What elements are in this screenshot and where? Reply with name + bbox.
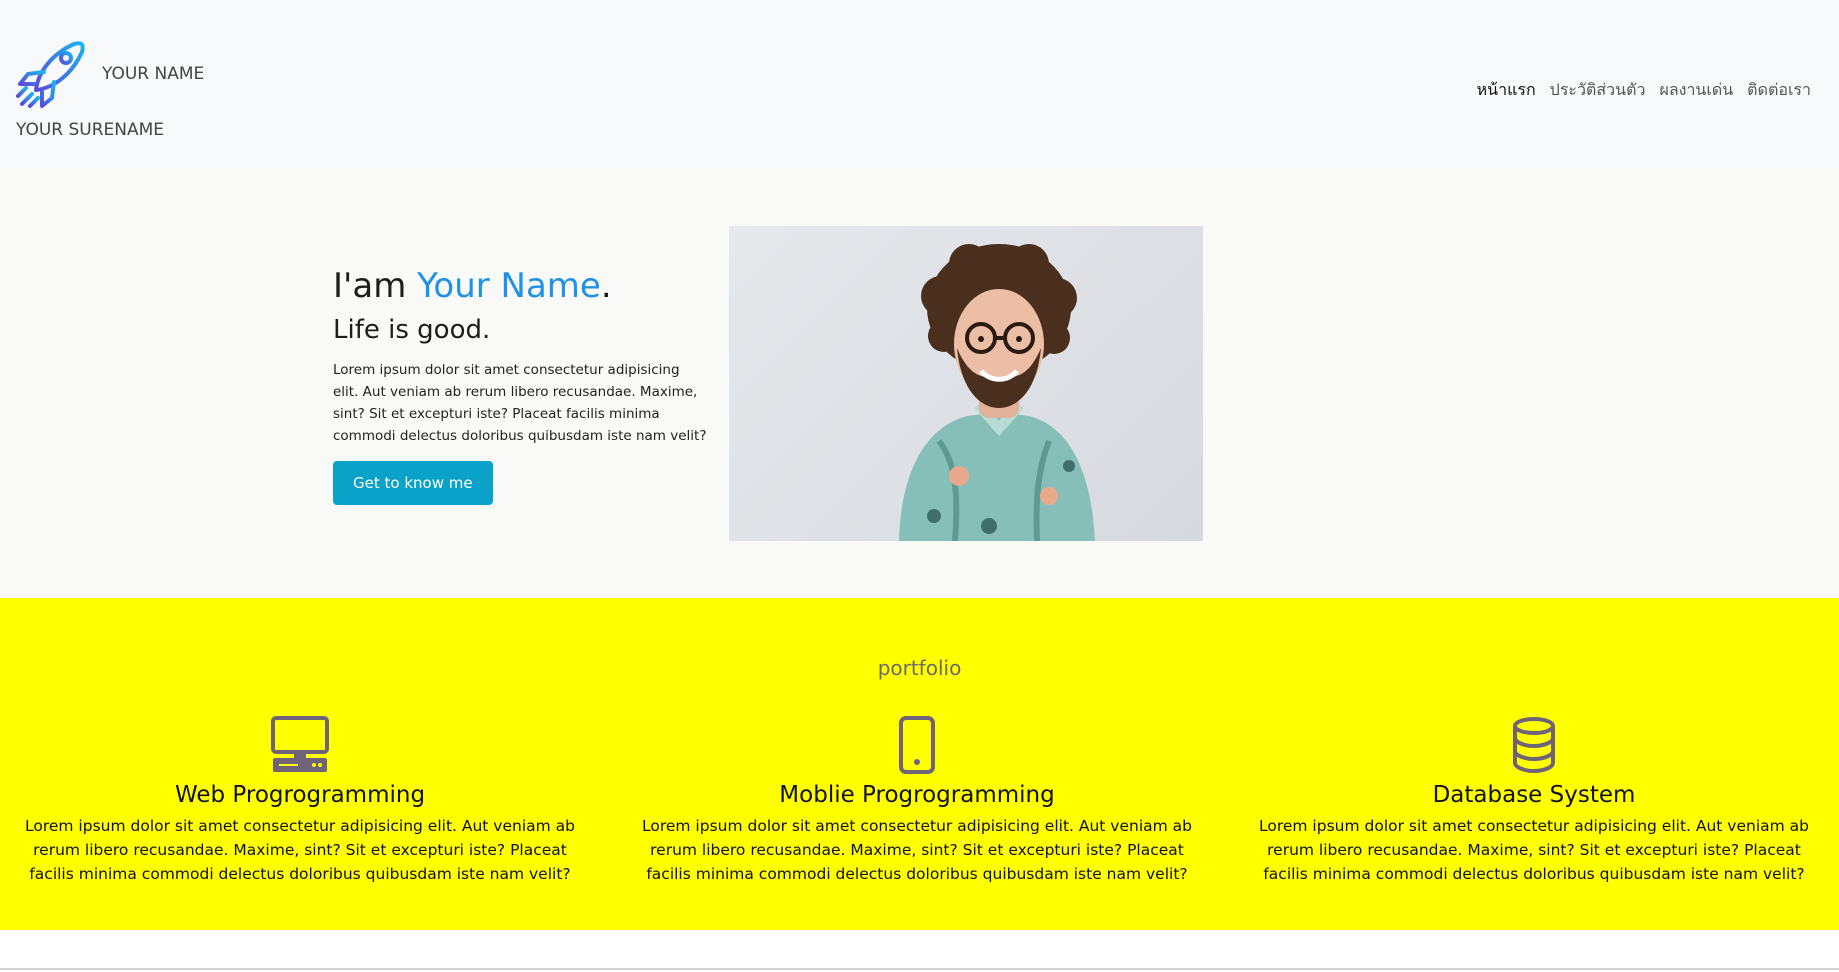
hero-text: I'am Your Name. Life is good. Lorem ipsu… <box>333 266 708 506</box>
hero-body: Lorem ipsum dolor sit amet consectetur a… <box>333 362 707 445</box>
desktop-computer-icon <box>271 716 329 772</box>
brand-surname: YOUR SURENAME <box>16 120 165 140</box>
hero-tagline: Life is good. <box>333 315 491 346</box>
nav-link-portfolio[interactable]: ผลงานเด่น <box>1659 78 1733 103</box>
hero-greeting: I'am <box>333 266 418 306</box>
brand-name: YOUR NAME <box>102 64 205 84</box>
service-body: Lorem ipsum dolor sit amet consectetur a… <box>641 817 1193 883</box>
service-body: Lorem ipsum dolor sit amet consectetur a… <box>1258 817 1810 883</box>
hero-heading: I'am Your Name. <box>333 266 708 306</box>
service-title: Moblie Progrogramming <box>779 782 1055 808</box>
service-body: Lorem ipsum dolor sit amet consectetur a… <box>24 817 576 883</box>
portfolio-title: portfolio <box>877 656 962 680</box>
divider <box>0 968 1839 970</box>
service-database: Database System Lorem ipsum dolor sit am… <box>1244 716 1824 886</box>
hero-section: I'am Your Name. Life is good. Lorem ipsu… <box>0 168 1839 598</box>
portrait-illustration <box>899 244 1095 541</box>
portfolio-section: portfolio Web Progrogramming Lorem ipsum… <box>0 598 1839 930</box>
service-mobile: Moblie Progrogramming Lorem ipsum dolor … <box>627 716 1207 886</box>
hero-period: . <box>600 266 612 306</box>
rocket-icon <box>16 41 85 108</box>
brand-link[interactable]: YOUR NAME YOUR SURENAME <box>14 38 214 148</box>
footer-strip <box>0 930 1839 972</box>
mobile-phone-icon <box>899 716 935 774</box>
hero-name: Your Name <box>417 266 601 306</box>
nav-link-home[interactable]: หน้าแรก <box>1477 78 1536 103</box>
service-title: Web Progrogramming <box>174 782 426 808</box>
nav-link-about[interactable]: ประวัติส่วนตัว <box>1550 78 1646 103</box>
portrait-photo <box>729 226 1203 541</box>
service-title: Database System <box>1432 782 1636 808</box>
nav-links: หน้าแรก ประวัติส่วนตัว ผลงานเด่น ติดต่อเ… <box>1477 78 1811 103</box>
database-icon <box>1513 717 1555 774</box>
service-web: Web Progrogramming Lorem ipsum dolor sit… <box>10 716 590 886</box>
nav-link-contact[interactable]: ติดต่อเรา <box>1747 78 1811 103</box>
get-to-know-me-button[interactable]: Get to know me <box>333 461 493 506</box>
navbar: YOUR NAME YOUR SURENAME หน้าแรก ประวัติส… <box>0 0 1839 168</box>
